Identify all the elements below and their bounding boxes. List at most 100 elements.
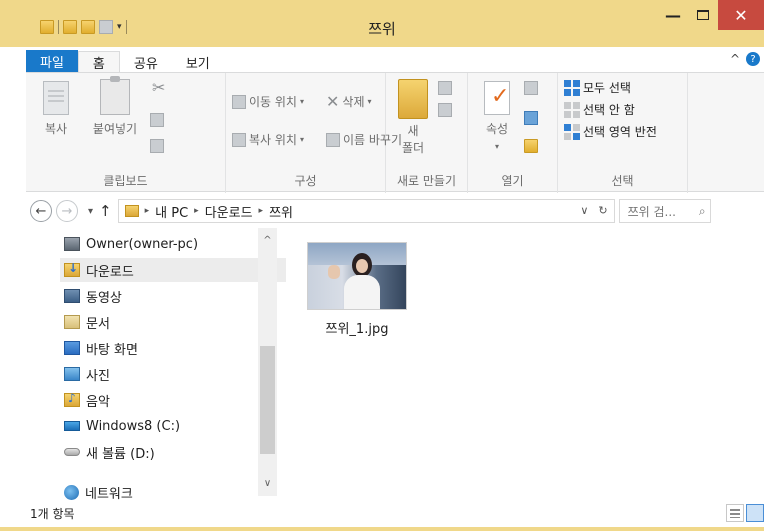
refresh-icon[interactable]: ↻ [598, 204, 607, 217]
nav-item-music[interactable]: 음악 [64, 388, 286, 412]
new-folder-label-line2: 폴더 [401, 141, 425, 155]
organize-group: 이동 위치 ▾ ✕ 삭제 ▾ 복사 위치 ▾ 이름 바꾸기 구성 [226, 73, 402, 193]
nav-item-documents[interactable]: 문서 [64, 310, 286, 334]
ribbon-collapse-icon[interactable]: ^ [730, 52, 740, 66]
chevron-down-icon: ▾ [299, 97, 304, 106]
tab-home[interactable]: 홈 [77, 51, 120, 73]
select-group: 모두 선택 선택 안 함 선택 영역 반전 선택 [558, 73, 688, 193]
tab-share[interactable]: 공유 [120, 51, 172, 73]
cut-button[interactable]: ✂ [152, 80, 165, 96]
new-group: 새 폴더 새로 만들기 [386, 73, 468, 193]
forward-button[interactable]: → [56, 200, 78, 222]
nav-item-label: 음악 [86, 394, 110, 410]
select-all-icon [564, 79, 580, 96]
paste-icon [100, 76, 130, 115]
invert-selection-label: 선택 영역 반전 [583, 125, 657, 139]
details-view-button[interactable] [726, 504, 744, 522]
new-item-button[interactable] [438, 81, 452, 95]
invert-selection-button[interactable]: 선택 영역 반전 [564, 123, 657, 140]
address-bar-row: ← → ▾ ↑ ▸ 내 PC ▸ 다운로드 ▸ 쯔위 ∨ ↻ 쯔위 검... ⌕ [30, 196, 764, 226]
ribbon: 복사 붙여넣기 ✂ 클립보드 이동 위치 ▾ ✕ 삭제 ▾ 복사 위치 ▾ 이름… [26, 72, 764, 193]
clipboard-group: 복사 붙여넣기 ✂ 클립보드 [26, 73, 226, 193]
nav-item-owner[interactable]: Owner(owner-pc) [64, 232, 286, 256]
properties-icon [484, 81, 510, 115]
edit-button[interactable] [524, 111, 538, 125]
search-input[interactable]: 쯔위 검... ⌕ [618, 199, 711, 223]
nav-item-label: Owner(owner-pc) [86, 236, 199, 252]
address-box[interactable]: ▸ 내 PC ▸ 다운로드 ▸ 쯔위 ∨ ↻ [117, 199, 615, 223]
nav-item-pictures[interactable]: 사진 [64, 362, 286, 386]
recent-locations-icon[interactable]: ▾ [88, 206, 93, 217]
breadcrumb-separator[interactable]: ▸ [194, 206, 199, 216]
nav-item-drive-d[interactable]: 새 볼륨 (D:) [64, 440, 286, 464]
copy-to-button[interactable]: 복사 위치 ▾ [232, 131, 304, 148]
paste-shortcut-button[interactable] [150, 139, 164, 153]
file-explorer-window: ▾ 쯔위 — ✕ 파일 홈 공유 보기 ^ ? 복사 붙여넣기 ✂ 클립보드 이… [0, 0, 764, 531]
new-item-icon [438, 81, 452, 95]
scroll-up-button[interactable]: ^ [258, 232, 277, 249]
breadcrumb-downloads[interactable]: 다운로드 [205, 202, 253, 221]
ribbon-right-controls: ^ ? [730, 52, 760, 66]
nav-item-desktop[interactable]: 바탕 화면 [64, 336, 286, 360]
nav-item-label: Windows8 (C:) [86, 418, 181, 434]
navigation-pane: Owner(owner-pc) 다운로드 동영상 문서 바탕 화면 사진 음악 [30, 228, 286, 502]
copy-label: 복사 [44, 122, 68, 136]
drive-d-icon [64, 448, 80, 456]
window-controls: — ✕ [658, 0, 764, 30]
maximize-button[interactable] [688, 0, 718, 30]
window-title: 쯔위 [368, 20, 396, 38]
easy-access-button[interactable] [438, 103, 452, 117]
nav-item-videos[interactable]: 동영상 [64, 284, 286, 308]
breadcrumb-separator[interactable]: ▸ [259, 206, 264, 216]
file-item[interactable]: 쯔위_1.jpg [305, 242, 409, 337]
organize-group-label: 구성 [294, 174, 317, 188]
folder-icon [124, 205, 139, 217]
properties-button[interactable]: 속성 ▾ [478, 81, 516, 155]
drive-c-icon [64, 421, 80, 431]
help-icon[interactable]: ? [746, 52, 760, 66]
paste-button[interactable]: 붙여넣기 [84, 76, 146, 138]
chevron-down-icon: ▾ [299, 135, 304, 144]
history-button[interactable] [524, 139, 538, 153]
nav-item-label: 네트워크 [85, 486, 133, 502]
close-button[interactable]: ✕ [718, 0, 764, 30]
item-count: 1개 항목 [30, 506, 75, 521]
select-none-icon [564, 101, 580, 118]
navigation-scrollbar[interactable]: ^ ∨ [258, 228, 277, 496]
rename-icon [326, 132, 340, 147]
up-button[interactable]: ↑ [99, 202, 112, 220]
nav-item-label: 다운로드 [86, 264, 134, 280]
ribbon-tabs: 파일 홈 공유 보기 [26, 49, 224, 73]
file-name: 쯔위_1.jpg [325, 322, 389, 337]
address-dropdown-icon[interactable]: ∨ [580, 204, 588, 217]
copy-path-button[interactable] [150, 113, 164, 127]
open-group: 속성 ▾ 열기 [468, 73, 558, 193]
breadcrumb-current-folder[interactable]: 쯔위 [269, 202, 293, 221]
nav-item-label: 바탕 화면 [86, 342, 138, 358]
tab-view[interactable]: 보기 [172, 51, 224, 73]
nav-item-downloads[interactable]: 다운로드 [60, 258, 286, 282]
delete-button[interactable]: ✕ 삭제 ▾ [326, 93, 372, 110]
documents-folder-icon [64, 315, 80, 329]
large-icons-view-button[interactable] [746, 504, 764, 522]
move-to-button[interactable]: 이동 위치 ▾ [232, 93, 304, 110]
view-toggle [726, 504, 764, 522]
breadcrumb-this-pc[interactable]: 내 PC [155, 202, 188, 221]
easy-access-icon [438, 103, 452, 117]
new-folder-button[interactable]: 새 폴더 [396, 79, 430, 157]
copy-button[interactable]: 복사 [34, 81, 78, 138]
downloads-folder-icon [64, 261, 80, 277]
open-button[interactable] [524, 81, 538, 95]
select-none-button[interactable]: 선택 안 함 [564, 101, 635, 118]
user-icon [64, 237, 80, 251]
select-all-button[interactable]: 모두 선택 [564, 79, 631, 96]
network-icon [64, 484, 79, 500]
breadcrumb-separator[interactable]: ▸ [145, 206, 150, 216]
tab-file[interactable]: 파일 [26, 50, 78, 73]
scroll-thumb[interactable] [260, 346, 275, 454]
back-button[interactable]: ← [30, 200, 52, 222]
minimize-button[interactable]: — [658, 0, 688, 30]
file-list: 쯔위_1.jpg [277, 228, 764, 496]
scroll-down-button[interactable]: ∨ [258, 475, 277, 492]
nav-item-drive-c[interactable]: Windows8 (C:) [64, 414, 286, 438]
